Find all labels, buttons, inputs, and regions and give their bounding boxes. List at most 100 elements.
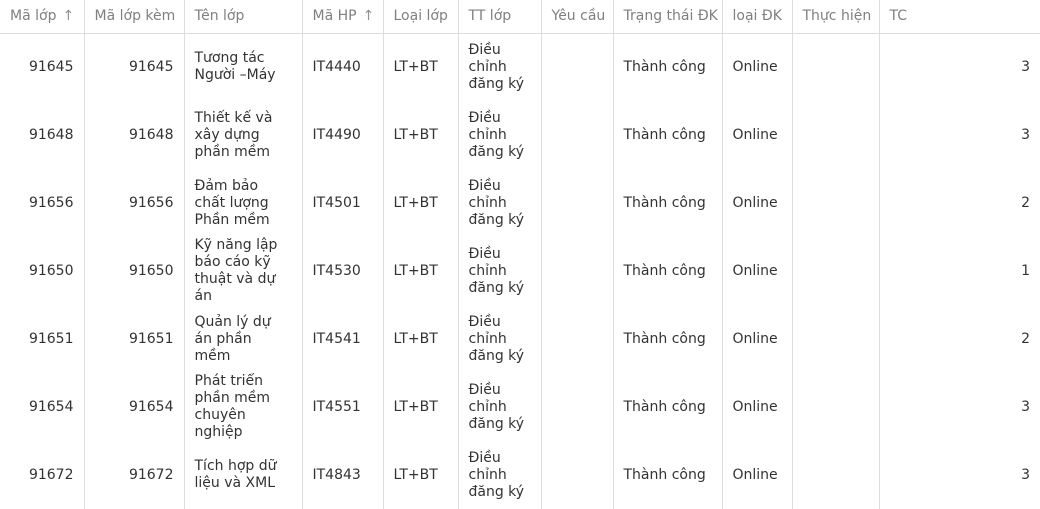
- class-code-cell: 91654: [0, 373, 85, 441]
- table-row[interactable]: 91651 91651 Quản lý dự án phần mềm IT4541 LT…: [0, 305, 1040, 373]
- class-status-cell: Điều chỉnh đăng ký: [458, 101, 542, 169]
- class-status-cell: Điều chỉnh đăng ký: [458, 169, 542, 237]
- class-type-cell: LT+BT: [383, 237, 459, 305]
- class-type-cell: LT+BT: [383, 373, 459, 441]
- arrow-up-icon[interactable]: ↑: [363, 8, 375, 24]
- course-code-cell: IT4501: [302, 169, 384, 237]
- table-row[interactable]: 91656 91656 Đảm bảo chất lượng Phần mềm IT4…: [0, 169, 1040, 237]
- course-code-cell: IT4843: [302, 441, 384, 509]
- class-status-cell: Điều chỉnh đăng ký: [458, 237, 542, 305]
- class-type-cell: LT+BT: [383, 33, 459, 101]
- registration-type-cell: Online: [722, 237, 793, 305]
- table-row[interactable]: 91645 91645 Tương tác Người –Máy IT4440 LT+B…: [0, 33, 1040, 101]
- course-code-cell: IT4551: [302, 373, 384, 441]
- registration-status-cell: Thành công: [613, 373, 723, 441]
- column-header-ma-hp[interactable]: Mã HP ↑: [302, 0, 384, 34]
- column-header-loai-dk[interactable]: loại ĐK: [722, 0, 793, 34]
- class-name-cell: Đảm bảo chất lượng Phần mềm: [184, 169, 303, 237]
- registration-type-cell: Online: [722, 373, 793, 441]
- class-type-cell: LT+BT: [383, 101, 459, 169]
- table-body: 91645 91645 Tương tác Người –Máy IT4440 LT+B…: [0, 33, 1040, 509]
- column-header-ten-lop[interactable]: Tên lớp: [184, 0, 303, 34]
- course-code-cell: IT4541: [302, 305, 384, 373]
- registration-table: Mã lớp ↑ Mã lớp kèm Tên lớp Mã HP ↑ Loại l…: [0, 0, 1040, 509]
- class-code-cell: 91651: [0, 305, 85, 373]
- column-header-loai-lop[interactable]: Loại lớp: [383, 0, 459, 34]
- course-code-cell: IT4490: [302, 101, 384, 169]
- class-type-cell: LT+BT: [383, 169, 459, 237]
- arrow-up-icon[interactable]: ↑: [62, 8, 74, 24]
- class-status-cell: Điều chỉnh đăng ký: [458, 33, 542, 101]
- class-status-cell: Điều chỉnh đăng ký: [458, 305, 542, 373]
- table-row[interactable]: 91650 91650 Kỹ năng lập báo cáo kỹ thuật v…: [0, 237, 1040, 305]
- credits-cell: 3: [1021, 466, 1030, 483]
- table-row[interactable]: 91672 91672 Tích hợp dữ liệu và XML IT4843 L…: [0, 441, 1040, 509]
- class-type-cell: LT+BT: [383, 305, 459, 373]
- class-name-cell: Tích hợp dữ liệu và XML: [184, 441, 303, 509]
- registration-status-cell: Thành công: [613, 33, 723, 101]
- class-status-cell: Điều chỉnh đăng ký: [458, 373, 542, 441]
- attached-class-code-cell: 91672: [84, 441, 185, 509]
- table-row[interactable]: 91654 91654 Phát triển phần mềm chuyên ngh…: [0, 373, 1040, 441]
- column-header-label: TC: [889, 8, 908, 25]
- column-header-label: Mã HP: [312, 8, 357, 25]
- column-header-thuc-hien[interactable]: Thực hiện: [792, 0, 880, 34]
- credits-cell: 3: [1021, 398, 1030, 415]
- column-header-tc[interactable]: TC: [879, 0, 1040, 34]
- course-code-cell: IT4530: [302, 237, 384, 305]
- header-row: Mã lớp ↑ Mã lớp kèm Tên lớp Mã HP ↑ Loại l…: [0, 0, 1040, 34]
- credits-cell: 3: [1021, 58, 1030, 75]
- class-name-cell: Kỹ năng lập báo cáo kỹ thuật và dự án: [184, 237, 303, 305]
- credits-cell: 2: [1021, 330, 1030, 347]
- column-header-label: Tên lớp: [194, 8, 245, 25]
- credits-cell: 2: [1021, 194, 1030, 211]
- class-name-cell: Tương tác Người –Máy: [184, 33, 303, 101]
- class-code-cell: 91656: [0, 169, 85, 237]
- class-code-cell: 91648: [0, 101, 85, 169]
- registration-status-cell: Thành công: [613, 101, 723, 169]
- class-type-cell: LT+BT: [383, 441, 459, 509]
- registration-status-cell: Thành công: [613, 169, 723, 237]
- attached-class-code-cell: 91648: [84, 101, 185, 169]
- requirement-cell: [541, 373, 614, 441]
- performed-by-cell: [792, 441, 880, 509]
- table-row[interactable]: 91648 91648 Thiết kế và xây dựng phần mềm I…: [0, 101, 1040, 169]
- class-code-cell: 91645: [0, 33, 85, 101]
- column-header-label: Mã lớp kèm: [94, 8, 176, 25]
- requirement-cell: [541, 101, 614, 169]
- registration-type-cell: Online: [722, 441, 793, 509]
- requirement-cell: [541, 169, 614, 237]
- requirement-cell: [541, 441, 614, 509]
- column-header-tt-lop[interactable]: TT lớp: [458, 0, 542, 34]
- column-header-label: TT lớp: [468, 8, 512, 25]
- column-header-label: Yêu cầu: [551, 8, 606, 25]
- requirement-cell: [541, 305, 614, 373]
- column-header-ma-lop-kem[interactable]: Mã lớp kèm: [84, 0, 185, 34]
- credits-cell: 1: [1021, 262, 1030, 279]
- registration-status-cell: Thành công: [613, 305, 723, 373]
- registration-type-cell: Online: [722, 101, 793, 169]
- performed-by-cell: [792, 101, 880, 169]
- class-name-cell: Quản lý dự án phần mềm: [184, 305, 303, 373]
- column-header-label: Mã lớp: [10, 8, 57, 25]
- registration-type-cell: Online: [722, 305, 793, 373]
- performed-by-cell: [792, 373, 880, 441]
- attached-class-code-cell: 91651: [84, 305, 185, 373]
- attached-class-code-cell: 91650: [84, 237, 185, 305]
- column-header-label: loại ĐK: [732, 8, 782, 25]
- class-code-cell: 91672: [0, 441, 85, 509]
- registration-status-cell: Thành công: [613, 441, 723, 509]
- column-header-label: Thực hiện: [802, 8, 872, 25]
- column-header-label: Trạng thái ĐK: [623, 8, 718, 25]
- performed-by-cell: [792, 33, 880, 101]
- column-header-trang-thai-dk[interactable]: Trạng thái ĐK: [613, 0, 723, 34]
- attached-class-code-cell: 91656: [84, 169, 185, 237]
- performed-by-cell: [792, 169, 880, 237]
- column-header-ma-lop[interactable]: Mã lớp ↑: [0, 0, 85, 34]
- column-header-label: Loại lớp: [393, 8, 448, 25]
- class-name-cell: Phát triển phần mềm chuyên nghiệp: [184, 373, 303, 441]
- attached-class-code-cell: 91645: [84, 33, 185, 101]
- registration-status-cell: Thành công: [613, 237, 723, 305]
- class-status-cell: Điều chỉnh đăng ký: [458, 441, 542, 509]
- column-header-yeu-cau[interactable]: Yêu cầu: [541, 0, 614, 34]
